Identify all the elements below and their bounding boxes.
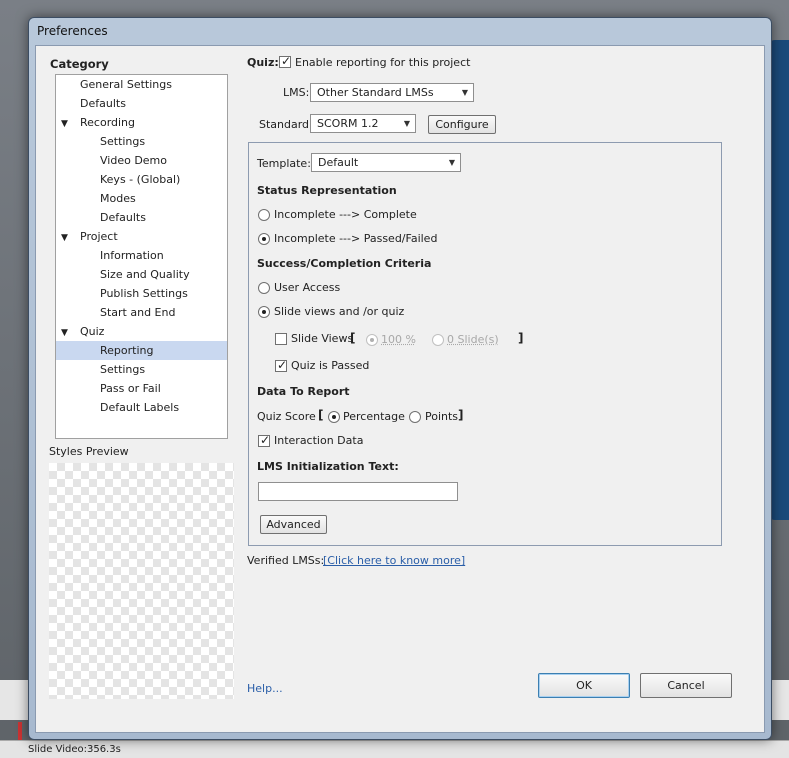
- lms-init-heading: LMS Initialization Text:: [257, 460, 399, 473]
- dialog-client: Category General Settings Defaults ▼ Rec…: [35, 45, 765, 733]
- percent-radio[interactable]: [366, 334, 378, 346]
- status-complete-radio[interactable]: [258, 209, 270, 221]
- lms-init-input[interactable]: [258, 482, 458, 501]
- tree-item-general-settings[interactable]: General Settings: [80, 75, 172, 94]
- enable-reporting-label: Enable reporting for this project: [295, 56, 471, 69]
- tree-item-modes[interactable]: Modes: [100, 189, 136, 208]
- dropdown-arrow-icon: ▼: [448, 158, 455, 167]
- slide-views-quiz-radio[interactable]: [258, 306, 270, 318]
- status-passed-failed-radio[interactable]: [258, 233, 270, 245]
- verified-lms-link[interactable]: [Click here to know more]: [323, 554, 465, 567]
- tree-item-default-labels[interactable]: Default Labels: [100, 398, 179, 417]
- template-label: Template:: [257, 157, 311, 170]
- standard-select[interactable]: SCORM 1.2 ▼: [310, 114, 416, 133]
- tree-item-reporting[interactable]: Reporting: [56, 341, 227, 360]
- help-link[interactable]: Help...: [247, 682, 283, 695]
- slide-views-bracket-open: [: [350, 331, 356, 345]
- user-access-radio[interactable]: [258, 282, 270, 294]
- tree-item-recording[interactable]: Recording: [80, 113, 135, 132]
- status-passed-failed-label: Incomplete ---> Passed/Failed: [274, 232, 438, 245]
- percentage-label: Percentage: [343, 410, 405, 423]
- quiz-score-label: Quiz Score: [257, 410, 316, 423]
- configure-button[interactable]: Configure: [428, 115, 496, 134]
- tree-item-pass-or-fail[interactable]: Pass or Fail: [100, 379, 161, 398]
- tree-item-size-and-quality[interactable]: Size and Quality: [100, 265, 190, 284]
- tree-item-quiz-settings[interactable]: Settings: [100, 360, 145, 379]
- slide-views-bracket-close: ]: [518, 331, 524, 345]
- timeline-marker: [18, 722, 22, 740]
- styles-preview-label: Styles Preview: [49, 445, 129, 458]
- template-select[interactable]: Default ▼: [311, 153, 461, 172]
- quiz-passed-checkbox[interactable]: ✓: [275, 358, 288, 372]
- criteria-heading: Success/Completion Criteria: [257, 257, 432, 270]
- lms-select[interactable]: Other Standard LMSs ▼: [310, 83, 474, 102]
- quiz-passed-label: Quiz is Passed: [291, 359, 370, 372]
- verified-lms-label: Verified LMSs:: [247, 554, 325, 567]
- expand-arrow-icon[interactable]: ▼: [61, 233, 68, 243]
- styles-preview: [49, 463, 234, 699]
- dropdown-arrow-icon: ▼: [403, 119, 410, 128]
- percentage-radio[interactable]: [328, 411, 340, 423]
- user-access-label: User Access: [274, 281, 341, 294]
- slide-views-quiz-label: Slide views and /or quiz: [274, 305, 405, 318]
- ok-button[interactable]: OK: [538, 673, 630, 698]
- tree-item-recording-defaults[interactable]: Defaults: [100, 208, 146, 227]
- quiz-label: Quiz:: [247, 56, 279, 69]
- expand-arrow-icon[interactable]: ▼: [61, 119, 68, 129]
- checkmark-icon: ✓: [260, 433, 271, 447]
- template-select-value: Default: [318, 156, 359, 169]
- advanced-button[interactable]: Advanced: [260, 515, 327, 534]
- score-bracket-close: ]: [458, 408, 464, 422]
- lms-label: LMS:: [283, 86, 310, 99]
- slide-views-label: Slide Views: [291, 332, 354, 345]
- preferences-dialog: Preferences Category General Settings De…: [28, 17, 772, 740]
- standard-select-value: SCORM 1.2: [317, 117, 379, 130]
- slides-radio[interactable]: [432, 334, 444, 346]
- tree-item-start-and-end[interactable]: Start and End: [100, 303, 175, 322]
- tree-item-publish-settings[interactable]: Publish Settings: [100, 284, 188, 303]
- tree-item-information[interactable]: Information: [100, 246, 164, 265]
- standard-label: Standard:: [259, 118, 313, 131]
- reporting-options-group: Template: Default ▼ Status Representatio…: [248, 142, 722, 546]
- data-heading: Data To Report: [257, 385, 350, 398]
- lms-select-value: Other Standard LMSs: [317, 86, 434, 99]
- tree-item-keys-global[interactable]: Keys - (Global): [100, 170, 180, 189]
- status-complete-label: Incomplete ---> Complete: [274, 208, 417, 221]
- interaction-data-checkbox[interactable]: ✓: [258, 433, 271, 447]
- dropdown-arrow-icon: ▼: [461, 88, 468, 97]
- tree-item-video-demo[interactable]: Video Demo: [100, 151, 167, 170]
- slides-value[interactable]: 0 Slide(s): [447, 333, 499, 346]
- interaction-data-label: Interaction Data: [274, 434, 364, 447]
- status-bar: Slide Video:356.3s: [0, 740, 789, 758]
- status-heading: Status Representation: [257, 184, 397, 197]
- expand-arrow-icon[interactable]: ▼: [61, 328, 68, 338]
- status-text: Slide Video:356.3s: [28, 744, 121, 755]
- category-tree[interactable]: General Settings Defaults ▼ Recording Se…: [55, 74, 228, 439]
- checkmark-icon: ✓: [277, 358, 288, 372]
- checkmark-icon: ✓: [281, 54, 292, 68]
- percent-value[interactable]: 100 %: [381, 333, 416, 346]
- slide-views-checkbox[interactable]: [275, 333, 287, 345]
- tree-item-quiz[interactable]: Quiz: [80, 322, 104, 341]
- category-label: Category: [50, 57, 109, 71]
- score-bracket-open: [: [318, 408, 324, 422]
- cancel-button[interactable]: Cancel: [640, 673, 732, 698]
- points-radio[interactable]: [409, 411, 421, 423]
- tree-item-defaults[interactable]: Defaults: [80, 94, 126, 113]
- points-label: Points: [425, 410, 459, 423]
- enable-reporting-checkbox[interactable]: ✓: [279, 54, 292, 68]
- tree-item-recording-settings[interactable]: Settings: [100, 132, 145, 151]
- tree-item-project[interactable]: Project: [80, 227, 118, 246]
- dialog-title: Preferences: [37, 24, 108, 38]
